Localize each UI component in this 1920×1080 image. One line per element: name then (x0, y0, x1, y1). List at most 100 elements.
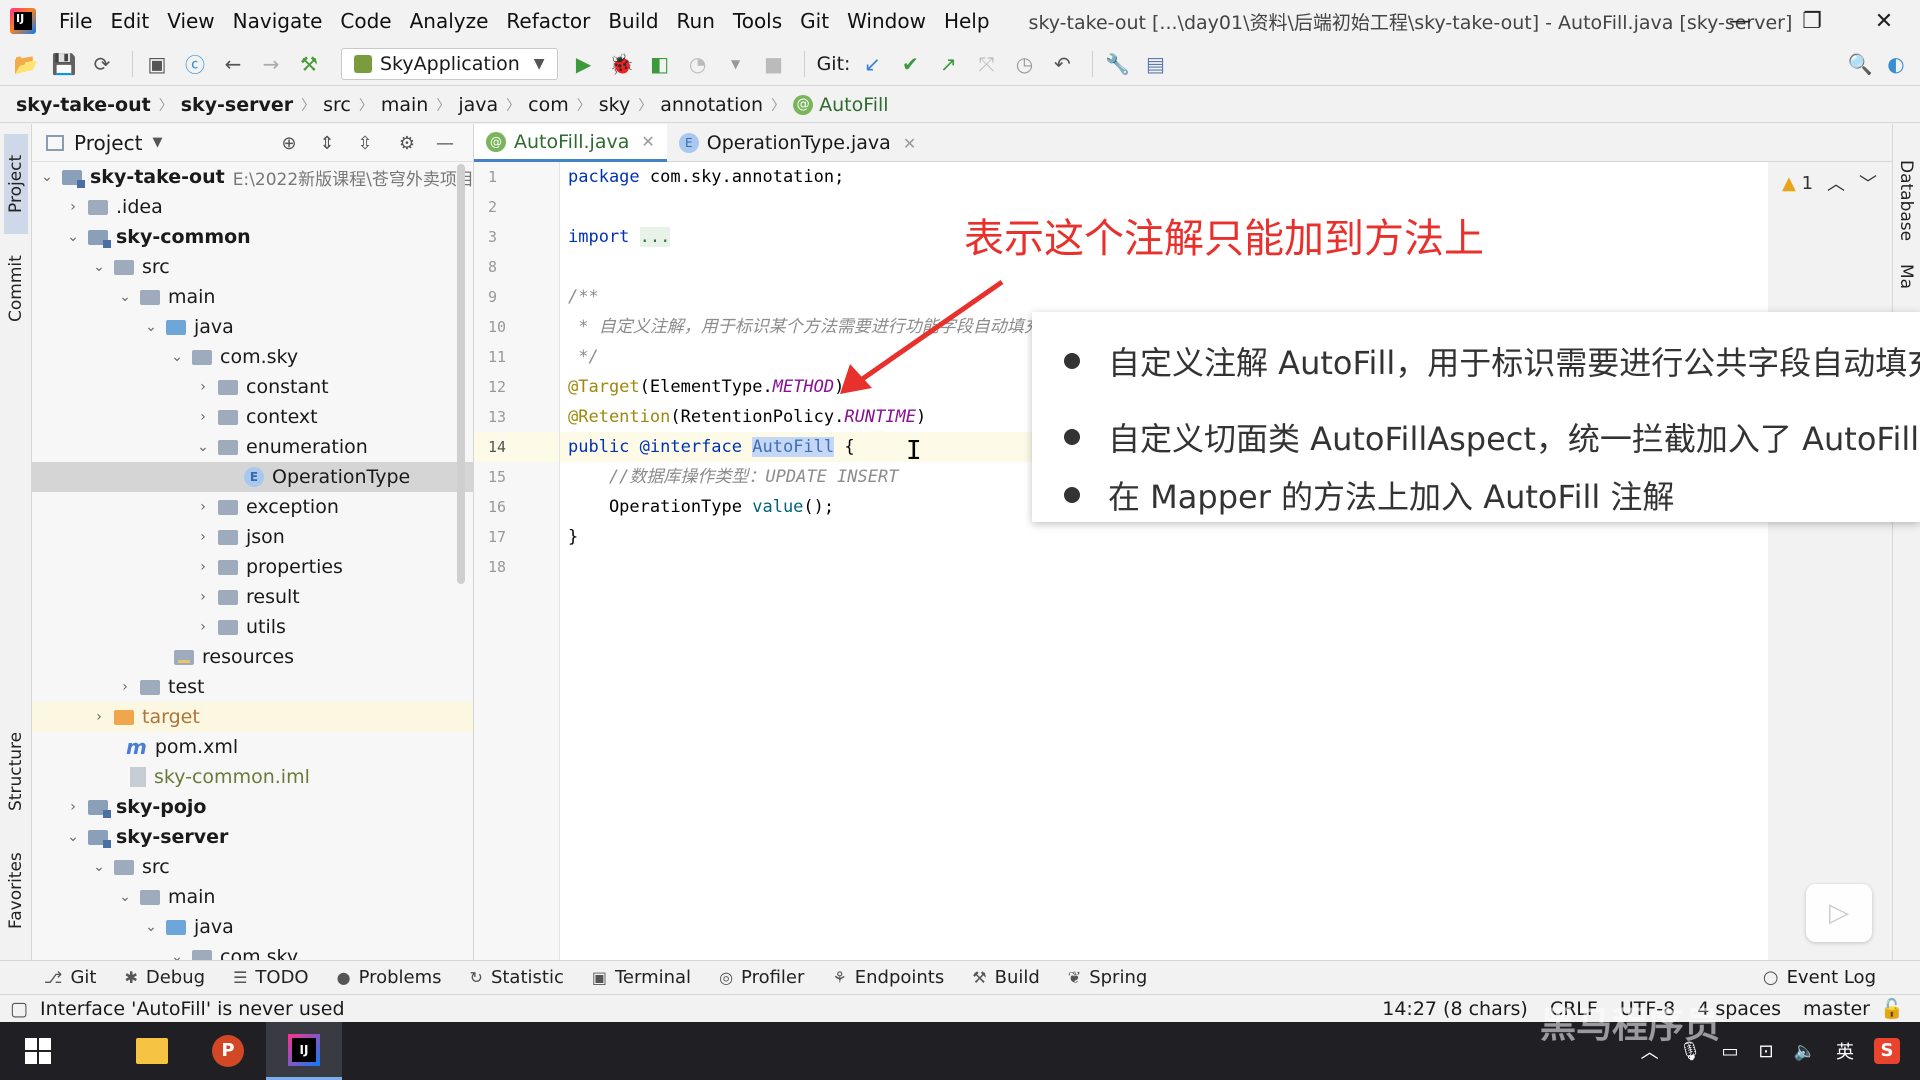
tree-item[interactable]: ⌄ sky-server (32, 822, 473, 852)
collapsed-arrow-icon[interactable]: › (194, 589, 212, 605)
close-icon[interactable]: ✕ (641, 132, 654, 151)
tree-item[interactable]: › utils (32, 612, 473, 642)
tree-item[interactable]: › sky-pojo (32, 792, 473, 822)
tree-item[interactable]: › exception (32, 492, 473, 522)
tree-item[interactable]: ⌄ src (32, 852, 473, 882)
git-merge-icon[interactable]: ⤧ (970, 48, 1002, 80)
locate-icon[interactable]: ⊕ (276, 130, 302, 156)
collapse-all-icon[interactable]: ⇳ (352, 130, 378, 156)
back-icon[interactable]: ← (217, 48, 249, 80)
expanded-arrow-icon[interactable]: ⌄ (64, 829, 82, 845)
breadcrumb-item[interactable]: java (458, 94, 498, 116)
gear-icon[interactable]: ⚙ (394, 130, 420, 156)
git-push-icon[interactable]: ↗ (932, 48, 964, 80)
tree-item[interactable]: ⌄ sky-take-out E:\2022新版课程\苍穹外卖项目 (32, 162, 473, 192)
toolwindow-terminal[interactable]: ▣ Terminal (592, 967, 691, 988)
volume-icon[interactable]: 🔈 (1794, 1041, 1816, 1062)
next-highlight-icon[interactable]: ﹀ (1859, 170, 1877, 196)
collapsed-arrow-icon[interactable]: › (194, 409, 212, 425)
input-language[interactable]: 英 (1836, 1038, 1854, 1064)
menu-help[interactable]: Help (935, 0, 999, 42)
stripe-tab-commit[interactable]: Commit (4, 244, 28, 334)
breadcrumb-item[interactable]: src (323, 94, 351, 116)
collapsed-arrow-icon[interactable]: › (194, 529, 212, 545)
expanded-arrow-icon[interactable]: ⌄ (168, 949, 186, 960)
git-commit-icon[interactable]: ✔ (894, 48, 926, 80)
breadcrumb-item[interactable]: com (528, 94, 569, 116)
tree-item[interactable]: E OperationType (32, 462, 473, 492)
expanded-arrow-icon[interactable]: ⌄ (142, 919, 160, 935)
taskbar-intellij[interactable] (266, 1022, 342, 1080)
git-update-icon[interactable]: ↙ (856, 48, 888, 80)
stripe-tab-database[interactable]: Database (1896, 160, 1916, 241)
tree-item[interactable]: › context (32, 402, 473, 432)
taskbar-powerpoint[interactable]: P (190, 1022, 266, 1080)
start-button[interactable] (0, 1022, 76, 1080)
toolwindow-problems[interactable]: ● Problems (337, 967, 442, 988)
battery-icon[interactable]: ▭ (1721, 1041, 1738, 1062)
tree-item[interactable]: › properties (32, 552, 473, 582)
expand-all-icon[interactable]: ⇕ (314, 130, 340, 156)
breadcrumb-item[interactable]: main (381, 94, 428, 116)
jetbrains-toolbox-icon[interactable]: ◐ (1880, 48, 1912, 80)
more-run-icon[interactable]: ▼ (720, 48, 752, 80)
menu-window[interactable]: Window (838, 0, 935, 42)
chevron-down-icon[interactable]: ▼ (152, 135, 162, 150)
close-icon[interactable]: ✕ (903, 134, 916, 153)
caret-position[interactable]: 14:27 (8 chars) (1382, 998, 1528, 1020)
debug-icon[interactable]: 🐞 (606, 48, 638, 80)
expanded-arrow-icon[interactable]: ⌄ (168, 349, 186, 365)
tree-item[interactable]: › json (32, 522, 473, 552)
tree-item[interactable]: ⌄ java (32, 912, 473, 942)
tree-item[interactable]: ⌄ java (32, 312, 473, 342)
toolwindow-statistic[interactable]: ↻ Statistic (470, 967, 564, 988)
expanded-arrow-icon[interactable]: ⌄ (116, 889, 134, 905)
breadcrumb-item[interactable]: sky (599, 94, 630, 116)
inspection-widget[interactable]: ▲ 1 ︿ ﹀ (1782, 170, 1877, 196)
collapsed-arrow-icon[interactable]: › (194, 499, 212, 515)
tree-item[interactable]: ⌄ enumeration (32, 432, 473, 462)
tab-operationtype[interactable]: E OperationType.java ✕ (667, 124, 928, 162)
sogou-ime-icon[interactable]: S (1874, 1038, 1900, 1064)
stripe-tab-project[interactable]: Project (4, 134, 28, 234)
menu-git[interactable]: Git (791, 0, 838, 42)
stripe-tab-maven[interactable]: Ma (1896, 264, 1916, 289)
open-folder-icon[interactable]: 📂 (10, 48, 42, 80)
lock-icon[interactable]: 🔓 (1880, 997, 1904, 1020)
tree-item[interactable]: ⌄ main (32, 282, 473, 312)
run-configuration-select[interactable]: SkyApplication ▼ (341, 47, 558, 80)
menu-refactor[interactable]: Refactor (497, 0, 599, 42)
expanded-arrow-icon[interactable]: ⌄ (90, 259, 108, 275)
project-structure-icon[interactable]: ▣ (141, 48, 173, 80)
hide-icon[interactable]: — (432, 130, 458, 156)
search-icon[interactable]: 🔍 (1844, 48, 1876, 80)
git-rollback-icon[interactable]: ↶ (1046, 48, 1078, 80)
tree-item[interactable]: › .idea (32, 192, 473, 222)
expanded-arrow-icon[interactable]: ⌄ (194, 439, 212, 455)
git-branch[interactable]: master (1803, 998, 1870, 1020)
expanded-arrow-icon[interactable]: ⌄ (90, 859, 108, 875)
project-structure-icon-2[interactable]: ▤ (1139, 48, 1171, 80)
tree-item[interactable]: sky-common.iml (32, 762, 473, 792)
coverage-icon[interactable]: ◧ (644, 48, 676, 80)
tree-item[interactable]: m pom.xml (32, 732, 473, 762)
tree-scrollbar[interactable] (457, 164, 465, 584)
menu-view[interactable]: View (158, 0, 223, 42)
menu-run[interactable]: Run (668, 0, 724, 42)
collapsed-arrow-icon[interactable]: › (194, 619, 212, 635)
collapsed-arrow-icon[interactable]: › (194, 379, 212, 395)
expanded-arrow-icon[interactable]: ⌄ (116, 289, 134, 305)
save-all-icon[interactable]: 💾 (48, 48, 80, 80)
menu-analyze[interactable]: Analyze (401, 0, 498, 42)
stop-icon[interactable]: ■ (758, 48, 790, 80)
run-icon[interactable]: ▶ (568, 48, 600, 80)
tab-autofill[interactable]: @ AutoFill.java ✕ (474, 124, 667, 162)
taskbar-explorer[interactable] (114, 1022, 190, 1080)
menu-code[interactable]: Code (331, 0, 400, 42)
forward-icon[interactable]: → (255, 48, 287, 80)
collapsed-arrow-icon[interactable]: › (90, 709, 108, 725)
toolwindow-event-log[interactable]: ○ Event Log (1763, 967, 1876, 988)
tree-item[interactable]: ⌄ sky-common (32, 222, 473, 252)
breadcrumb-item[interactable]: sky-server (181, 94, 293, 116)
video-play-icon[interactable]: ▷ (1806, 884, 1872, 942)
